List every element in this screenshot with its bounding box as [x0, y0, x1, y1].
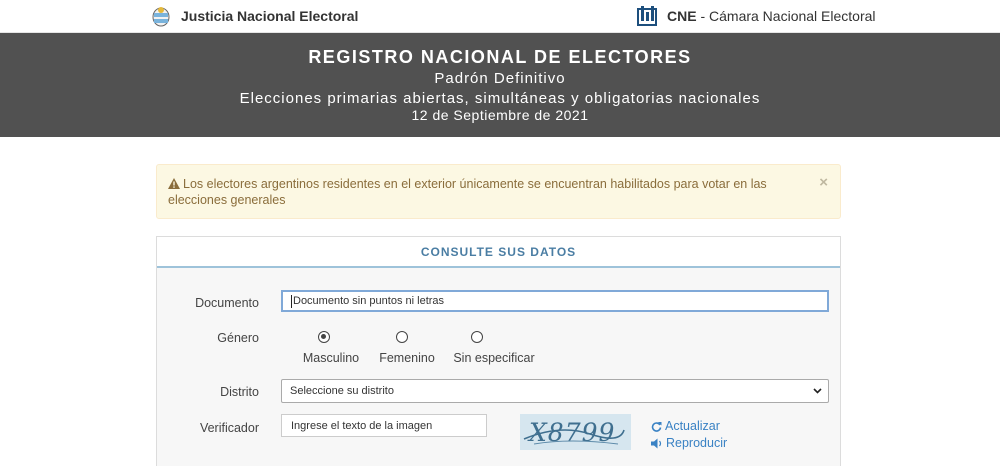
- chevron-down-icon: [813, 388, 822, 394]
- documento-placeholder: Documento sin puntos ni letras: [293, 295, 445, 307]
- panel-heading: CONSULTE SUS DATOS: [157, 237, 840, 268]
- distrito-selected-value: Seleccione su distrito: [290, 385, 394, 397]
- brand-cne-rest: - Cámara Nacional Electoral: [696, 8, 876, 24]
- distrito-select[interactable]: Seleccione su distrito: [281, 379, 829, 403]
- radio-femenino[interactable]: [396, 331, 408, 343]
- brand-cne-bold: CNE: [667, 8, 697, 24]
- documento-label: Documento: [195, 296, 259, 310]
- documento-input[interactable]: Documento sin puntos ni letras: [281, 290, 829, 312]
- top-bar: Justicia Nacional Electoral CNE - Cámara…: [0, 0, 1000, 33]
- warning-alert: Los electores argentinos residentes en e…: [156, 164, 841, 219]
- warning-triangle-icon: [168, 178, 180, 189]
- radio-label-masculino[interactable]: Masculino: [296, 351, 366, 365]
- speaker-icon: [651, 438, 662, 448]
- page-title: REGISTRO NACIONAL DE ELECTORES: [308, 47, 692, 67]
- verificador-input[interactable]: Ingrese el texto de la imagen: [281, 414, 487, 437]
- verificador-placeholder: Ingrese el texto de la imagen: [291, 419, 433, 432]
- brand-justicia[interactable]: Justicia Nacional Electoral: [151, 4, 358, 28]
- verificador-label: Verificador: [199, 421, 259, 435]
- radio-masculino[interactable]: [318, 331, 330, 343]
- text-caret: [291, 294, 292, 308]
- radio-label-femenino[interactable]: Femenino: [372, 351, 442, 365]
- radio-sin-especificar[interactable]: [471, 331, 483, 343]
- hero-banner: REGISTRO NACIONAL DE ELECTORES Padrón De…: [0, 33, 1000, 137]
- refresh-captcha-link[interactable]: Actualizar: [651, 419, 720, 433]
- close-icon[interactable]: ×: [819, 175, 828, 191]
- brand-cne[interactable]: CNE - Cámara Nacional Electoral: [637, 4, 876, 28]
- play-captcha-link[interactable]: Reproducir: [651, 436, 727, 450]
- refresh-label: Actualizar: [665, 419, 720, 433]
- captcha-graphic: X8799: [523, 418, 625, 447]
- page-subtitle: Padrón Definitivo: [434, 70, 566, 87]
- play-label: Reproducir: [666, 436, 728, 450]
- cne-building-icon: [637, 6, 657, 26]
- alert-text: Los electores argentinos residentes en e…: [168, 177, 767, 207]
- brand-cne-label: CNE - Cámara Nacional Electoral: [667, 8, 876, 24]
- brand-justicia-label: Justicia Nacional Electoral: [181, 8, 359, 24]
- election-date: 12 de Septiembre de 2021: [411, 107, 589, 123]
- distrito-label: Distrito: [220, 385, 259, 399]
- captcha-image: X8799: [520, 414, 631, 450]
- refresh-icon: [651, 421, 662, 432]
- election-name: Elecciones primarias abiertas, simultáne…: [239, 90, 761, 107]
- genero-label: Género: [217, 331, 259, 345]
- argentina-seal-icon: [152, 7, 170, 27]
- radio-label-sin-especificar[interactable]: Sin especificar: [447, 351, 541, 365]
